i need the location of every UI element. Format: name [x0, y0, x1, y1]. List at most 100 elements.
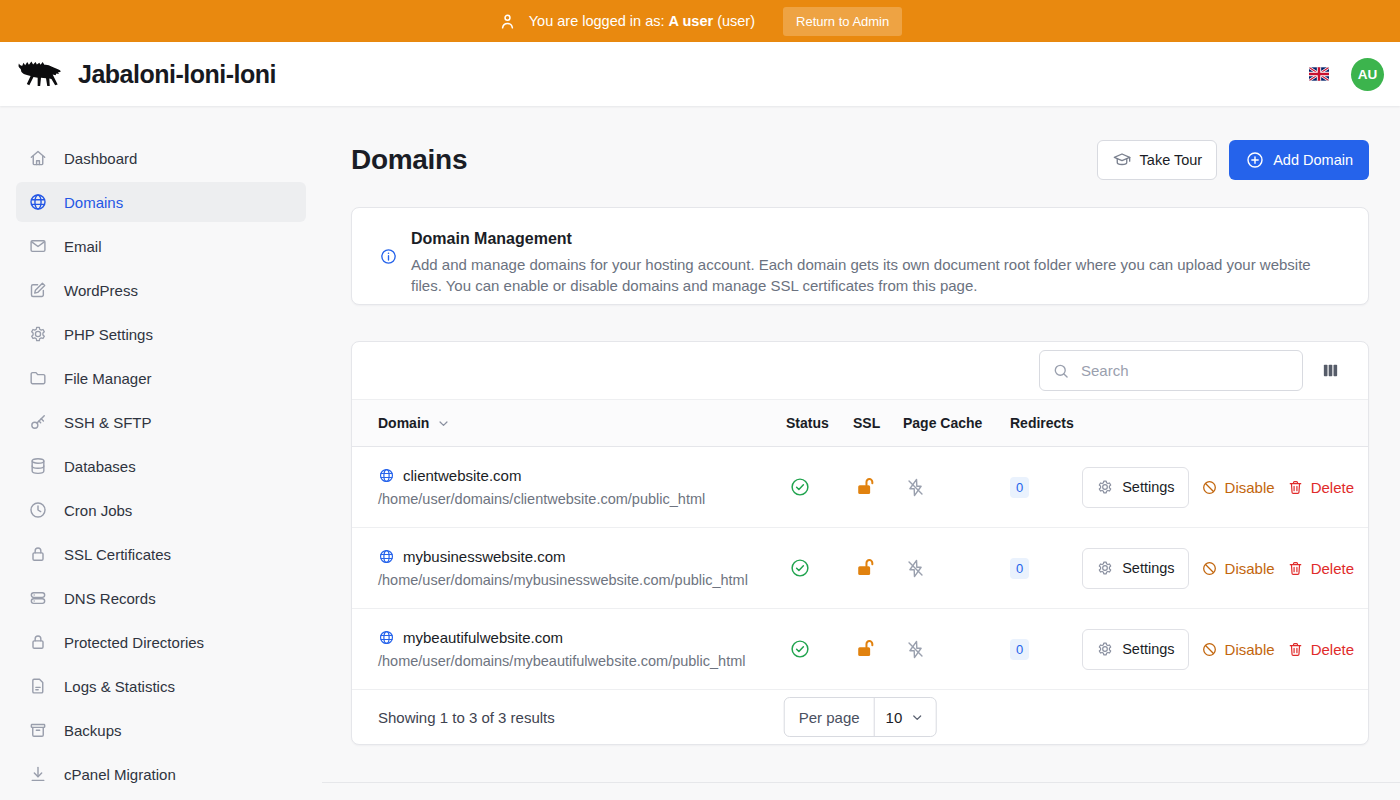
status-enabled-icon [786, 476, 853, 498]
info-icon [379, 247, 398, 266]
server-icon [28, 588, 48, 608]
page-cache-off-icon[interactable] [903, 639, 1010, 660]
info-card-title: Domain Management [411, 230, 1341, 248]
disable-link[interactable]: Disable [1201, 560, 1275, 577]
mail-icon [28, 236, 48, 256]
column-header-domain[interactable]: Domain [378, 415, 786, 431]
key-icon [28, 412, 48, 432]
site-title: Jabaloni-loni-loni [78, 60, 276, 89]
graduation-cap-icon [1112, 150, 1132, 170]
table-footer: Showing 1 to 3 of 3 results Per page 10 [352, 690, 1368, 744]
language-flag-icon[interactable] [1309, 67, 1329, 81]
page-cache-off-icon[interactable] [903, 558, 1010, 579]
folder-icon [28, 368, 48, 388]
sidebar: Dashboard Domains Email WordPress PHP Se… [0, 106, 322, 800]
globe-icon [378, 467, 395, 484]
sidebar-item-wordpress[interactable]: WordPress [16, 270, 306, 310]
sidebar-item-protected-directories[interactable]: Protected Directories [16, 622, 306, 662]
chevron-down-icon [909, 710, 924, 725]
sidebar-item-ssl-certificates[interactable]: SSL Certificates [16, 534, 306, 574]
table-toolbar [352, 342, 1368, 399]
user-icon [498, 12, 517, 31]
globe-icon [28, 192, 48, 212]
sidebar-item-dns-records[interactable]: DNS Records [16, 578, 306, 618]
domain-name: clientwebsite.com [378, 467, 786, 484]
sidebar-item-dashboard[interactable]: Dashboard [16, 138, 306, 178]
return-to-admin-button[interactable]: Return to Admin [783, 7, 902, 36]
globe-icon [378, 629, 395, 646]
ssl-unlocked-icon[interactable] [853, 638, 903, 660]
domain-name: mybeautifulwebsite.com [378, 629, 786, 646]
banner-text: You are logged in as: A user (user) [529, 13, 755, 29]
user-avatar[interactable]: AU [1351, 58, 1384, 91]
slash-circle-icon [1201, 641, 1218, 658]
redirects-badge[interactable]: 0 [1010, 558, 1029, 579]
lock-icon [28, 632, 48, 652]
redirects-badge[interactable]: 0 [1010, 639, 1029, 660]
document-icon [28, 676, 48, 696]
gear-icon [1096, 478, 1114, 496]
sidebar-item-cpanel-migration[interactable]: cPanel Migration [16, 754, 306, 794]
gear-icon [28, 324, 48, 344]
sidebar-item-domains[interactable]: Domains [16, 182, 306, 222]
database-icon [28, 456, 48, 476]
archive-icon [28, 720, 48, 740]
boar-logo [16, 57, 66, 91]
edit-icon [28, 280, 48, 300]
per-page-control[interactable]: Per page 10 [784, 697, 937, 737]
column-settings-button[interactable] [1319, 359, 1342, 382]
disable-link[interactable]: Disable [1201, 641, 1275, 658]
domain-path: /home/user/domains/mybeautifulwebsite.co… [378, 653, 786, 669]
domain-row: mybeautifulwebsite.com /home/user/domain… [352, 609, 1368, 690]
lock-icon [28, 544, 48, 564]
sidebar-item-databases[interactable]: Databases [16, 446, 306, 486]
page-title: Domains [351, 144, 467, 176]
globe-icon [378, 548, 395, 565]
impersonation-banner: You are logged in as: A user (user) Retu… [0, 0, 1400, 42]
domain-management-info-card: Domain Management Add and manage domains… [351, 207, 1369, 305]
sidebar-item-php-settings[interactable]: PHP Settings [16, 314, 306, 354]
sidebar-item-file-manager[interactable]: File Manager [16, 358, 306, 398]
trash-icon [1287, 560, 1304, 577]
sidebar-item-ssh-sftp[interactable]: SSH & SFTP [16, 402, 306, 442]
search-icon [1052, 362, 1070, 380]
disable-link[interactable]: Disable [1201, 479, 1275, 496]
home-icon [28, 148, 48, 168]
chevron-down-icon [436, 416, 451, 431]
redirects-badge[interactable]: 0 [1010, 477, 1029, 498]
download-icon [28, 764, 48, 784]
delete-link[interactable]: Delete [1287, 560, 1354, 577]
domain-path: /home/user/domains/clientwebsite.com/pub… [378, 491, 786, 507]
search-input[interactable] [1079, 361, 1290, 380]
domain-row: clientwebsite.com /home/user/domains/cli… [352, 447, 1368, 528]
column-header-status: Status [786, 415, 853, 431]
domain-row: mybusinesswebsite.com /home/user/domains… [352, 528, 1368, 609]
settings-button[interactable]: Settings [1082, 629, 1188, 670]
plus-circle-icon [1245, 150, 1265, 170]
page-cache-off-icon[interactable] [903, 477, 1010, 498]
ssl-unlocked-icon[interactable] [853, 476, 903, 498]
sidebar-item-backups[interactable]: Backups [16, 710, 306, 750]
delete-link[interactable]: Delete [1287, 479, 1354, 496]
per-page-select[interactable]: 10 [875, 698, 936, 736]
domains-table-card: Domain Status SSL Page Cache Redirects c… [351, 341, 1369, 745]
column-header-redirects: Redirects [1010, 415, 1096, 431]
table-header-row: Domain Status SSL Page Cache Redirects [352, 399, 1368, 447]
settings-button[interactable]: Settings [1082, 467, 1188, 508]
settings-button[interactable]: Settings [1082, 548, 1188, 589]
search-box[interactable] [1039, 350, 1303, 391]
status-enabled-icon [786, 557, 853, 579]
sidebar-item-logs-statistics[interactable]: Logs & Statistics [16, 666, 306, 706]
gear-icon [1096, 640, 1114, 658]
column-header-ssl: SSL [853, 415, 903, 431]
add-domain-button[interactable]: Add Domain [1229, 140, 1369, 180]
sidebar-item-email[interactable]: Email [16, 226, 306, 266]
domain-path: /home/user/domains/mybusinesswebsite.com… [378, 572, 786, 588]
section-divider [322, 782, 1400, 783]
delete-link[interactable]: Delete [1287, 641, 1354, 658]
ssl-unlocked-icon[interactable] [853, 557, 903, 579]
take-tour-button[interactable]: Take Tour [1097, 140, 1218, 180]
clock-icon [28, 500, 48, 520]
sidebar-item-cron-jobs[interactable]: Cron Jobs [16, 490, 306, 530]
status-enabled-icon [786, 638, 853, 660]
